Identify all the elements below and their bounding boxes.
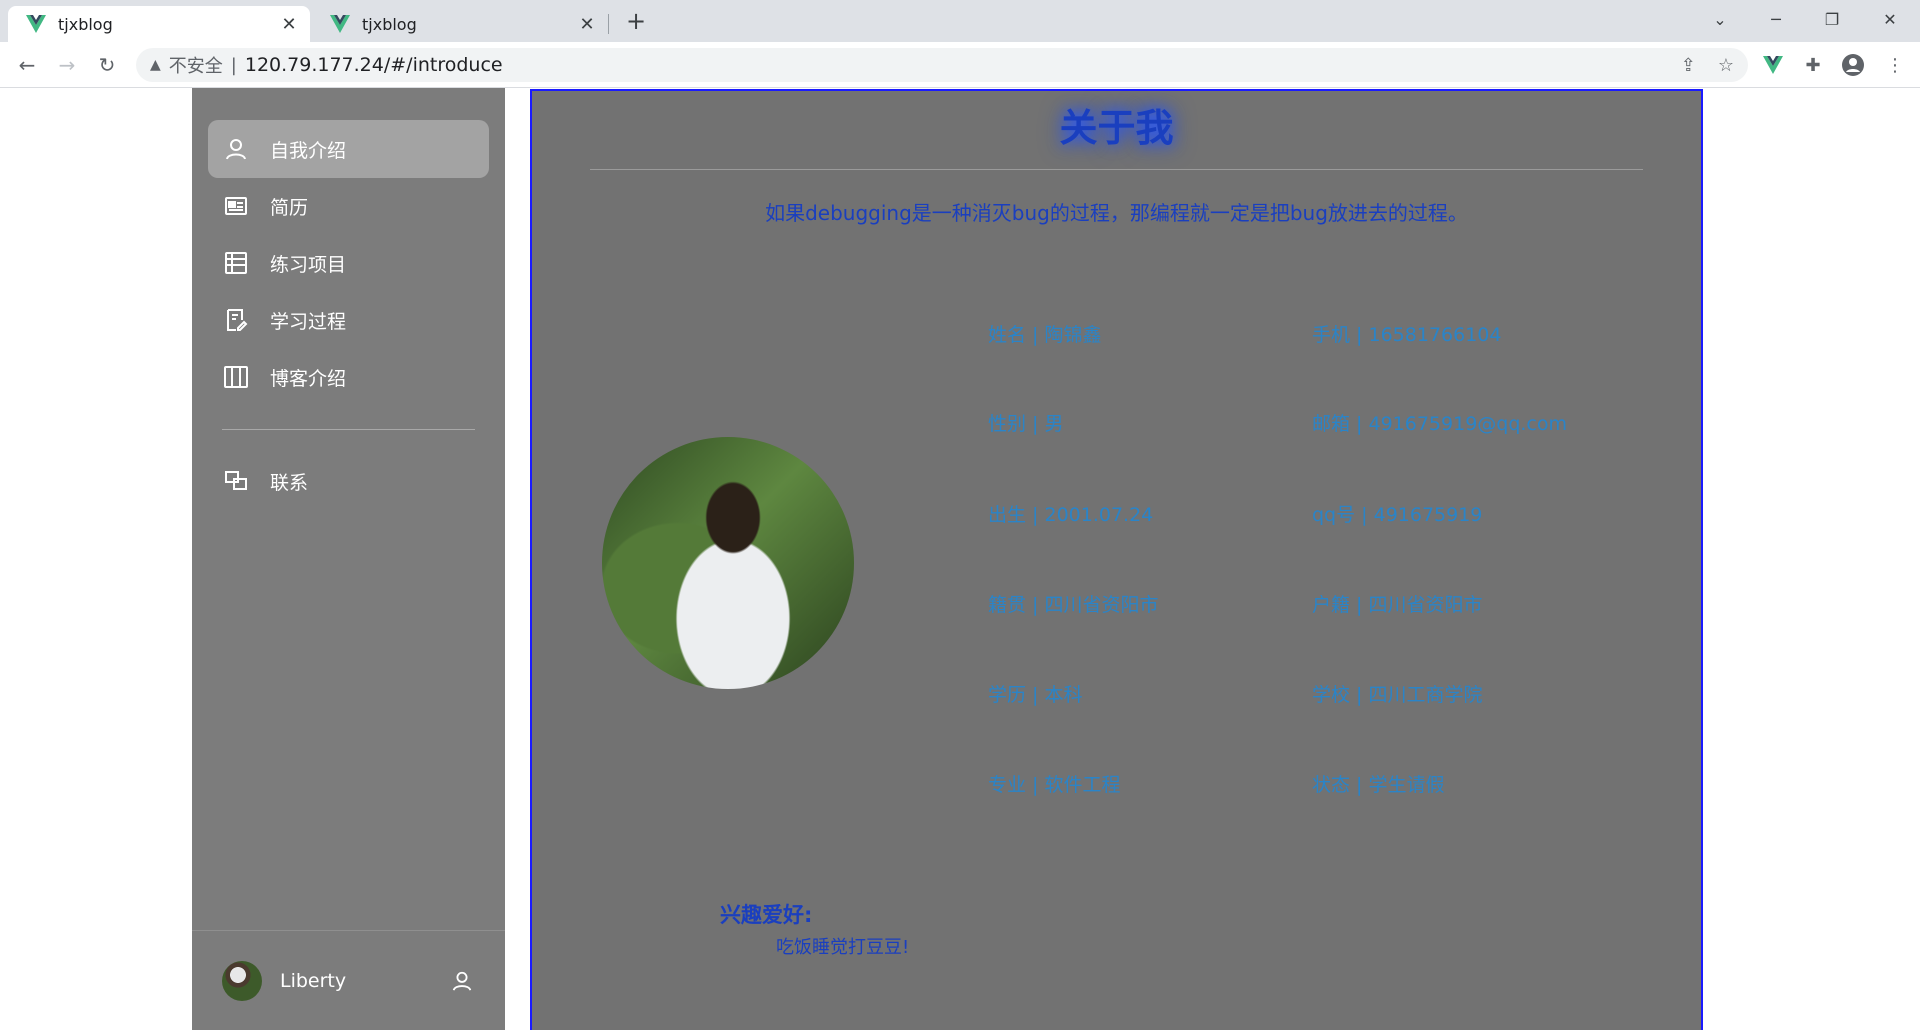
tab-search-icon[interactable]: ⌄ bbox=[1692, 0, 1748, 38]
tab-strip: tjxblog ✕ tjxblog ✕ + ⌄ ─ ❐ ✕ bbox=[0, 0, 1920, 42]
restore-icon[interactable]: ❐ bbox=[1804, 0, 1860, 38]
vue-devtools-icon[interactable] bbox=[1758, 50, 1788, 80]
tab-title: tjxblog bbox=[362, 14, 417, 34]
user-name: Liberty bbox=[280, 969, 347, 992]
close-window-icon[interactable]: ✕ bbox=[1862, 0, 1918, 38]
sidebar-item-label: 简历 bbox=[270, 196, 309, 219]
sidebar-item-contact[interactable]: 联系 bbox=[208, 452, 489, 510]
info-phone: 手机 | 16581766104 bbox=[1312, 324, 1502, 346]
user-bar: Liberty bbox=[192, 930, 505, 1030]
page-title: 关于我 bbox=[1059, 106, 1174, 150]
url-text: 120.79.177.24/#/introduce bbox=[244, 54, 503, 76]
info-native-place: 籍贯 | 四川省资阳市 bbox=[988, 594, 1159, 616]
sidebar-item-blog[interactable]: 博客介绍 bbox=[208, 348, 489, 406]
sidebar-item-label: 练习项目 bbox=[270, 253, 347, 276]
sidebar-item-label: 学习过程 bbox=[270, 310, 347, 333]
title-divider bbox=[590, 169, 1643, 170]
info-gender: 性别 | 男 bbox=[988, 413, 1064, 435]
sidebar-item-projects[interactable]: 练习项目 bbox=[208, 234, 489, 292]
user-icon bbox=[224, 137, 248, 161]
info-major: 专业 | 软件工程 bbox=[988, 774, 1121, 796]
user-icon[interactable] bbox=[451, 970, 473, 992]
sidebar-divider bbox=[222, 429, 475, 430]
info-qq: qq号 | 491675919 bbox=[1312, 504, 1483, 526]
info-name: 姓名 | 陶锦鑫 bbox=[988, 324, 1102, 346]
address-bar[interactable]: ▲ 不安全 | 120.79.177.24/#/introduce ⇪ ☆ bbox=[136, 48, 1748, 82]
sidebar-item-label: 博客介绍 bbox=[270, 367, 347, 390]
minimize-icon[interactable]: ─ bbox=[1748, 0, 1804, 38]
reload-icon[interactable]: ↻ bbox=[92, 50, 122, 80]
hobby-value: 吃饭睡觉打豆豆! bbox=[776, 937, 910, 958]
vue-logo-icon bbox=[330, 15, 350, 33]
new-tab-icon[interactable]: + bbox=[622, 6, 650, 36]
share-icon[interactable]: ⇪ bbox=[1681, 55, 1696, 76]
id-card-icon bbox=[224, 194, 248, 218]
security-label: 不安全 bbox=[168, 56, 223, 77]
info-email: 邮箱 | 491675919@qq.com bbox=[1312, 413, 1568, 435]
contact-icon bbox=[224, 469, 248, 493]
browser-tab-active[interactable]: tjxblog ✕ bbox=[8, 6, 310, 42]
extensions-puzzle-icon[interactable]: ✚ bbox=[1798, 50, 1828, 80]
notes-icon bbox=[224, 308, 248, 332]
tab-close-icon[interactable]: ✕ bbox=[276, 11, 302, 37]
menu-icon[interactable]: ⋮ bbox=[1880, 50, 1910, 80]
list-icon bbox=[224, 251, 248, 275]
profile-photo bbox=[602, 437, 854, 689]
sidebar-item-label: 联系 bbox=[270, 471, 309, 494]
main-content: 关于我 如果debugging是一种消灭bug的过程，那编程就一定是把bug放进… bbox=[530, 89, 1703, 1030]
info-education: 学历 | 本科 bbox=[988, 684, 1083, 706]
vue-logo-icon bbox=[26, 15, 46, 33]
warning-icon: ▲ bbox=[150, 57, 161, 73]
tab-separator bbox=[608, 14, 609, 34]
info-school: 学校 | 四川工商学院 bbox=[1312, 684, 1483, 706]
info-birth: 出生 | 2001.07.24 bbox=[988, 504, 1154, 526]
info-status: 状态 | 学生请假 bbox=[1312, 774, 1445, 796]
tab-close-icon[interactable]: ✕ bbox=[574, 11, 600, 37]
bookmark-star-icon[interactable]: ☆ bbox=[1718, 55, 1734, 76]
sidebar-item-resume[interactable]: 简历 bbox=[208, 177, 489, 235]
browser-tab[interactable]: tjxblog ✕ bbox=[312, 6, 608, 42]
address-separator: | bbox=[230, 54, 237, 76]
avatar[interactable] bbox=[222, 960, 262, 1001]
profile-icon[interactable] bbox=[1838, 50, 1868, 80]
sidebar-item-label: 自我介绍 bbox=[270, 139, 347, 162]
info-household: 户籍 | 四川省资阳市 bbox=[1312, 594, 1483, 616]
columns-icon bbox=[224, 365, 248, 389]
forward-icon[interactable]: → bbox=[52, 50, 82, 80]
tab-title: tjxblog bbox=[58, 14, 113, 34]
sidebar-item-learning[interactable]: 学习过程 bbox=[208, 291, 489, 349]
browser-toolbar: ← → ↻ ▲ 不安全 | 120.79.177.24/#/introduce … bbox=[0, 42, 1920, 88]
back-icon[interactable]: ← bbox=[12, 50, 42, 80]
motto-text: 如果debugging是一种消灭bug的过程，那编程就一定是把bug放进去的过程… bbox=[765, 201, 1468, 225]
sidebar-item-introduce[interactable]: 自我介绍 bbox=[208, 120, 489, 178]
sidebar: 自我介绍 简历 练习项目 学习过程 博客介绍 联系 Liberty bbox=[192, 88, 505, 1030]
hobby-title: 兴趣爱好: bbox=[720, 903, 813, 927]
